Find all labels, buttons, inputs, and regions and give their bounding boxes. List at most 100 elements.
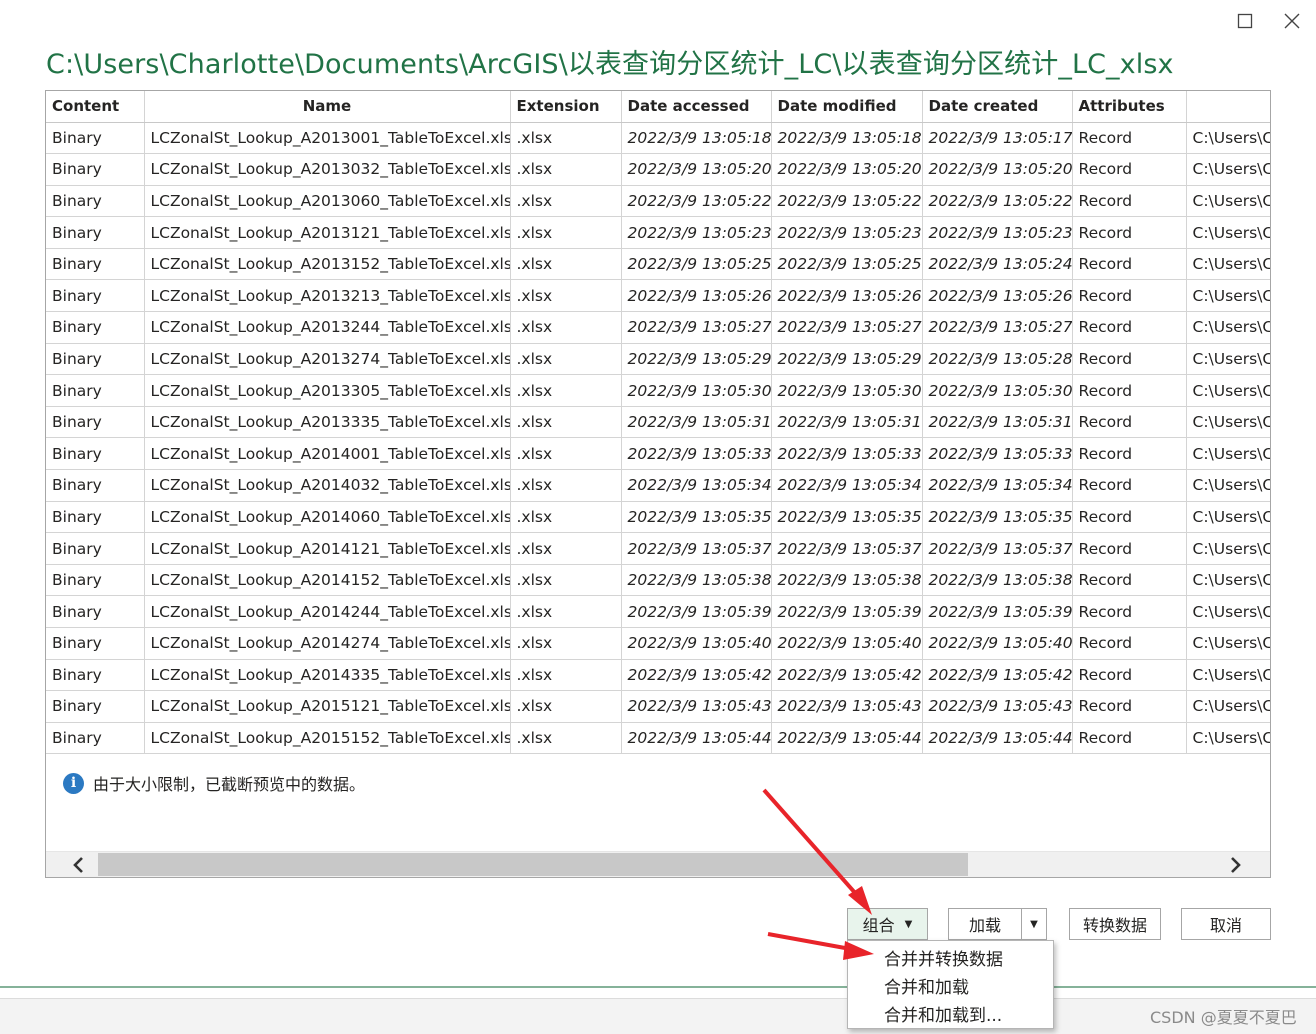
extension-cell[interactable]: .xlsx xyxy=(510,564,622,597)
folder-path-cell[interactable]: C:\Users\C xyxy=(1186,564,1270,597)
name-cell[interactable]: LCZonalSt_Lookup_A2013060_TableToExcel.x… xyxy=(144,185,511,218)
content-cell[interactable]: Binary xyxy=(46,627,145,660)
extension-cell[interactable]: .xlsx xyxy=(510,122,622,155)
name-cell[interactable]: LCZonalSt_Lookup_A2013121_TableToExcel.x… xyxy=(144,216,511,249)
date-modified-cell[interactable]: 2022/3/9 13:05:30 xyxy=(771,374,923,407)
date-created-cell[interactable]: 2022/3/9 13:05:42 xyxy=(922,659,1073,692)
folder-path-cell[interactable]: C:\Users\C xyxy=(1186,374,1270,407)
date-created-cell[interactable]: 2022/3/9 13:05:24 xyxy=(922,248,1073,281)
content-cell[interactable]: Binary xyxy=(46,722,145,755)
date-accessed-cell[interactable]: 2022/3/9 13:05:44 xyxy=(621,722,772,755)
extension-cell[interactable]: .xlsx xyxy=(510,627,622,660)
table-row[interactable]: Binary LCZonalSt_Lookup_A2014032_TableToE… xyxy=(46,469,1270,502)
name-cell[interactable]: LCZonalSt_Lookup_A2013305_TableToExcel.x… xyxy=(144,374,511,407)
table-row[interactable]: Binary LCZonalSt_Lookup_A2013244_TableToE… xyxy=(46,311,1270,344)
content-cell[interactable]: Binary xyxy=(46,216,145,249)
name-cell[interactable]: LCZonalSt_Lookup_A2013001_TableToExcel.x… xyxy=(144,122,511,155)
folder-path-cell[interactable]: C:\Users\C xyxy=(1186,469,1270,502)
cancel-button[interactable]: 取消 xyxy=(1181,908,1271,940)
table-row[interactable]: Binary LCZonalSt_Lookup_A2013335_TableToE… xyxy=(46,406,1270,439)
extension-cell[interactable]: .xlsx xyxy=(510,595,622,628)
date-modified-cell[interactable]: 2022/3/9 13:05:39 xyxy=(771,595,923,628)
name-cell[interactable]: LCZonalSt_Lookup_A2014032_TableToExcel.x… xyxy=(144,469,511,502)
attributes-cell[interactable]: Record xyxy=(1072,343,1187,376)
date-accessed-cell[interactable]: 2022/3/9 13:05:30 xyxy=(621,374,772,407)
attributes-cell[interactable]: Record xyxy=(1072,722,1187,755)
extension-cell[interactable]: .xlsx xyxy=(510,469,622,502)
folder-path-cell[interactable]: C:\Users\C xyxy=(1186,343,1270,376)
date-modified-cell[interactable]: 2022/3/9 13:05:43 xyxy=(771,690,923,723)
name-cell[interactable]: LCZonalSt_Lookup_A2014152_TableToExcel.x… xyxy=(144,564,511,597)
date-modified-cell[interactable]: 2022/3/9 13:05:44 xyxy=(771,722,923,755)
attributes-cell[interactable]: Record xyxy=(1072,564,1187,597)
date-created-cell[interactable]: 2022/3/9 13:05:28 xyxy=(922,343,1073,376)
attributes-cell[interactable]: Record xyxy=(1072,248,1187,281)
date-modified-cell[interactable]: 2022/3/9 13:05:26 xyxy=(771,279,923,313)
extension-cell[interactable]: .xlsx xyxy=(510,501,622,534)
column-header-name[interactable]: Name xyxy=(144,91,511,123)
name-cell[interactable]: LCZonalSt_Lookup_A2013152_TableToExcel.x… xyxy=(144,248,511,281)
menu-item-combine-load-to[interactable]: 合并和加载到... xyxy=(848,999,1053,1027)
attributes-cell[interactable]: Record xyxy=(1072,659,1187,692)
date-modified-cell[interactable]: 2022/3/9 13:05:42 xyxy=(771,659,923,692)
name-cell[interactable]: LCZonalSt_Lookup_A2014244_TableToExcel.x… xyxy=(144,595,511,628)
table-row[interactable]: Binary LCZonalSt_Lookup_A2013060_TableToE… xyxy=(46,185,1270,218)
date-created-cell[interactable]: 2022/3/9 13:05:38 xyxy=(922,564,1073,597)
name-cell[interactable]: LCZonalSt_Lookup_A2013032_TableToExcel.x… xyxy=(144,153,511,186)
horizontal-scrollbar[interactable] xyxy=(46,851,1270,877)
extension-cell[interactable]: .xlsx xyxy=(510,343,622,376)
content-cell[interactable]: Binary xyxy=(46,532,145,565)
extension-cell[interactable]: .xlsx xyxy=(510,279,622,313)
date-accessed-cell[interactable]: 2022/3/9 13:05:39 xyxy=(621,595,772,628)
column-header-blank[interactable] xyxy=(1186,91,1270,123)
extension-cell[interactable]: .xlsx xyxy=(510,437,622,471)
attributes-cell[interactable]: Record xyxy=(1072,279,1187,313)
extension-cell[interactable]: .xlsx xyxy=(510,374,622,407)
name-cell[interactable]: LCZonalSt_Lookup_A2014335_TableToExcel.x… xyxy=(144,659,511,692)
date-modified-cell[interactable]: 2022/3/9 13:05:34 xyxy=(771,469,923,502)
date-created-cell[interactable]: 2022/3/9 13:05:34 xyxy=(922,469,1073,502)
extension-cell[interactable]: .xlsx xyxy=(510,153,622,186)
name-cell[interactable]: LCZonalSt_Lookup_A2014274_TableToExcel.x… xyxy=(144,627,511,660)
attributes-cell[interactable]: Record xyxy=(1072,216,1187,249)
attributes-cell[interactable]: Record xyxy=(1072,122,1187,155)
content-cell[interactable]: Binary xyxy=(46,311,145,344)
name-cell[interactable]: LCZonalSt_Lookup_A2013274_TableToExcel.x… xyxy=(144,343,511,376)
date-accessed-cell[interactable]: 2022/3/9 13:05:22 xyxy=(621,185,772,218)
content-cell[interactable]: Binary xyxy=(46,248,145,281)
extension-cell[interactable]: .xlsx xyxy=(510,311,622,344)
content-cell[interactable]: Binary xyxy=(46,185,145,218)
date-created-cell[interactable]: 2022/3/9 13:05:39 xyxy=(922,595,1073,628)
date-modified-cell[interactable]: 2022/3/9 13:05:29 xyxy=(771,343,923,376)
content-cell[interactable]: Binary xyxy=(46,343,145,376)
folder-path-cell[interactable]: C:\Users\C xyxy=(1186,627,1270,660)
attributes-cell[interactable]: Record xyxy=(1072,595,1187,628)
name-cell[interactable]: LCZonalSt_Lookup_A2014001_TableToExcel.x… xyxy=(144,437,511,471)
scroll-left-button[interactable] xyxy=(62,852,96,877)
table-row[interactable]: Binary LCZonalSt_Lookup_A2014335_TableToE… xyxy=(46,659,1270,692)
table-row[interactable]: Binary LCZonalSt_Lookup_A2013001_TableToE… xyxy=(46,122,1270,155)
table-row[interactable]: Binary LCZonalSt_Lookup_A2015121_TableToE… xyxy=(46,690,1270,723)
date-accessed-cell[interactable]: 2022/3/9 13:05:23 xyxy=(621,216,772,249)
table-row[interactable]: Binary LCZonalSt_Lookup_A2013274_TableToE… xyxy=(46,343,1270,376)
date-created-cell[interactable]: 2022/3/9 13:05:17 xyxy=(922,122,1073,155)
date-accessed-cell[interactable]: 2022/3/9 13:05:43 xyxy=(621,690,772,723)
table-row[interactable]: Binary LCZonalSt_Lookup_A2013213_TableToE… xyxy=(46,279,1270,313)
attributes-cell[interactable]: Record xyxy=(1072,437,1187,471)
menu-item-combine-transform[interactable]: 合并并转换数据 xyxy=(848,943,1053,971)
content-cell[interactable]: Binary xyxy=(46,437,145,471)
date-accessed-cell[interactable]: 2022/3/9 13:05:18 xyxy=(621,122,772,155)
extension-cell[interactable]: .xlsx xyxy=(510,185,622,218)
table-row[interactable]: Binary LCZonalSt_Lookup_A2014121_TableToE… xyxy=(46,532,1270,565)
date-modified-cell[interactable]: 2022/3/9 13:05:27 xyxy=(771,311,923,344)
date-modified-cell[interactable]: 2022/3/9 13:05:31 xyxy=(771,406,923,439)
table-row[interactable]: Binary LCZonalSt_Lookup_A2013121_TableToE… xyxy=(46,216,1270,249)
name-cell[interactable]: LCZonalSt_Lookup_A2014121_TableToExcel.x… xyxy=(144,532,511,565)
date-accessed-cell[interactable]: 2022/3/9 13:05:35 xyxy=(621,501,772,534)
date-modified-cell[interactable]: 2022/3/9 13:05:38 xyxy=(771,564,923,597)
folder-path-cell[interactable]: C:\Users\C xyxy=(1186,311,1270,344)
extension-cell[interactable]: .xlsx xyxy=(510,216,622,249)
date-accessed-cell[interactable]: 2022/3/9 13:05:34 xyxy=(621,469,772,502)
content-cell[interactable]: Binary xyxy=(46,501,145,534)
folder-path-cell[interactable]: C:\Users\C xyxy=(1186,122,1270,155)
